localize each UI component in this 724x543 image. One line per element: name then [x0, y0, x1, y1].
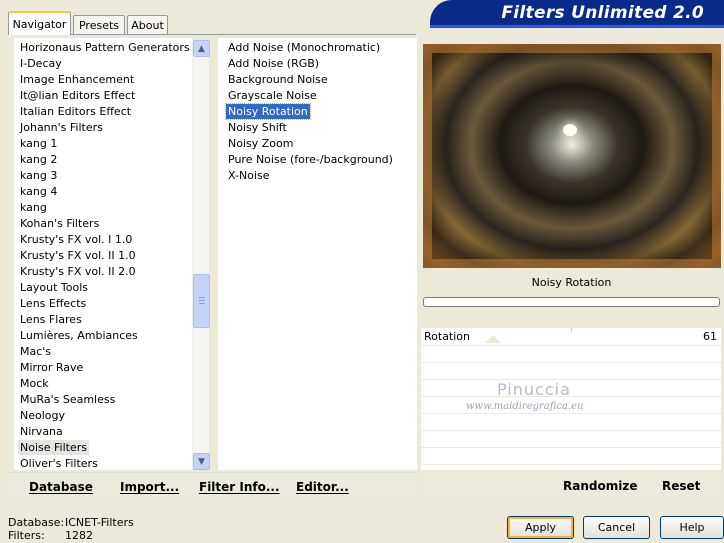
watermark-name: Pinuccia [497, 380, 571, 399]
filter-item[interactable]: X-Noise [226, 168, 271, 183]
category-item[interactable]: Neology [18, 408, 67, 423]
import-button[interactable]: Import... [120, 480, 179, 494]
category-item[interactable]: Layout Tools [18, 280, 90, 295]
filter-item[interactable]: Add Noise (Monochromatic) [226, 40, 382, 55]
app-title-banner: Filters Unlimited 2.0 [430, 0, 724, 28]
category-item[interactable]: Image Enhancement [18, 72, 136, 87]
cancel-button[interactable]: Cancel [583, 516, 650, 539]
filter-item[interactable]: Noisy Zoom [226, 136, 295, 151]
scroll-down-icon[interactable]: ▼ [193, 453, 210, 470]
scroll-thumb[interactable] [193, 274, 210, 328]
rotation-label: Rotation [424, 330, 471, 343]
category-item[interactable]: kang 4 [18, 184, 59, 199]
filters-status-label: Filters: [8, 529, 45, 542]
database-button[interactable]: Database [29, 480, 93, 494]
category-item[interactable]: Italian Editors Effect [18, 104, 133, 119]
filter-item[interactable]: Grayscale Noise [226, 88, 319, 103]
category-item[interactable]: kang [18, 200, 49, 215]
category-item[interactable]: Johann's Filters [18, 120, 105, 135]
filter-item[interactable]: Add Noise (RGB) [226, 56, 321, 71]
category-item[interactable]: I-Decay [18, 56, 64, 71]
category-item[interactable]: Krusty's FX vol. I 1.0 [18, 232, 134, 247]
category-item[interactable]: kang 2 [18, 152, 59, 167]
tab-about[interactable]: About [127, 15, 168, 34]
apply-button[interactable]: Apply [507, 516, 574, 539]
rotation-value[interactable]: 61 [703, 330, 717, 343]
database-status-label: Database: [8, 516, 65, 529]
category-item[interactable]: Krusty's FX vol. II 2.0 [18, 264, 138, 279]
reset-button[interactable]: Reset [662, 479, 700, 493]
tab-presets[interactable]: Presets [73, 15, 125, 34]
progress-bar [423, 297, 720, 307]
category-item[interactable]: Kohan's Filters [18, 216, 101, 231]
category-item[interactable]: Lens Flares [18, 312, 84, 327]
filter-title: Noisy Rotation [531, 276, 612, 289]
category-item[interactable]: Mac's [18, 344, 53, 359]
database-status-value: ICNET-Filters [65, 516, 134, 529]
filter-item[interactable]: Background Noise [226, 72, 330, 87]
category-item[interactable]: Horizonaus Pattern Generators [18, 40, 192, 55]
tab-navigator[interactable]: Navigator [8, 11, 71, 35]
randomize-button[interactable]: Randomize [563, 479, 637, 493]
category-item[interactable]: Mock [18, 376, 51, 391]
category-item[interactable]: It@lian Editors Effect [18, 88, 137, 103]
parameter-panel[interactable]: Rotation 61 [421, 328, 721, 470]
filter-item[interactable]: Noisy Rotation [225, 103, 311, 120]
category-item[interactable]: Oliver's Filters [18, 456, 100, 471]
rotation-slider-marker[interactable] [485, 335, 501, 343]
category-item[interactable]: Nirvana [18, 424, 65, 439]
preview-image [423, 44, 721, 268]
category-list[interactable]: Horizonaus Pattern Generators I-Decay Imag… [14, 38, 192, 470]
category-item[interactable]: Noise Filters [18, 440, 89, 455]
tab-presets-label: Presets [78, 18, 120, 32]
filter-item[interactable]: Pure Noise (fore-/background) [226, 152, 395, 167]
category-item[interactable]: Mirror Rave [18, 360, 85, 375]
category-scrollbar[interactable]: ▲ ▼ [192, 40, 210, 470]
category-item[interactable]: Lumières, Ambiances [18, 328, 140, 343]
filter-info-button[interactable]: Filter Info... [199, 480, 280, 494]
category-item[interactable]: kang 1 [18, 136, 59, 151]
help-button[interactable]: Help [660, 516, 724, 539]
category-item[interactable]: Krusty's FX vol. II 1.0 [18, 248, 138, 263]
category-item[interactable]: kang 3 [18, 168, 59, 183]
watermark-url: www.maidiregrafica.eu [466, 401, 584, 412]
filters-status-value: 1282 [65, 529, 93, 542]
filter-list[interactable]: Add Noise (Monochromatic) Add Noise (RGB)… [218, 38, 417, 470]
tab-about-label: About [131, 18, 164, 32]
left-toolbar: Database Import... Filter Info... Editor… [8, 472, 417, 499]
right-toolbar: Randomize Reset [421, 472, 721, 499]
tab-navigator-label: Navigator [12, 17, 67, 31]
app-title: Filters Unlimited 2.0 [501, 2, 704, 23]
editor-button[interactable]: Editor... [296, 480, 349, 494]
scroll-up-icon[interactable]: ▲ [193, 40, 210, 57]
category-item[interactable]: MuRa's Seamless [18, 392, 117, 407]
category-item[interactable]: Lens Effects [18, 296, 88, 311]
filter-item[interactable]: Noisy Shift [226, 120, 289, 135]
